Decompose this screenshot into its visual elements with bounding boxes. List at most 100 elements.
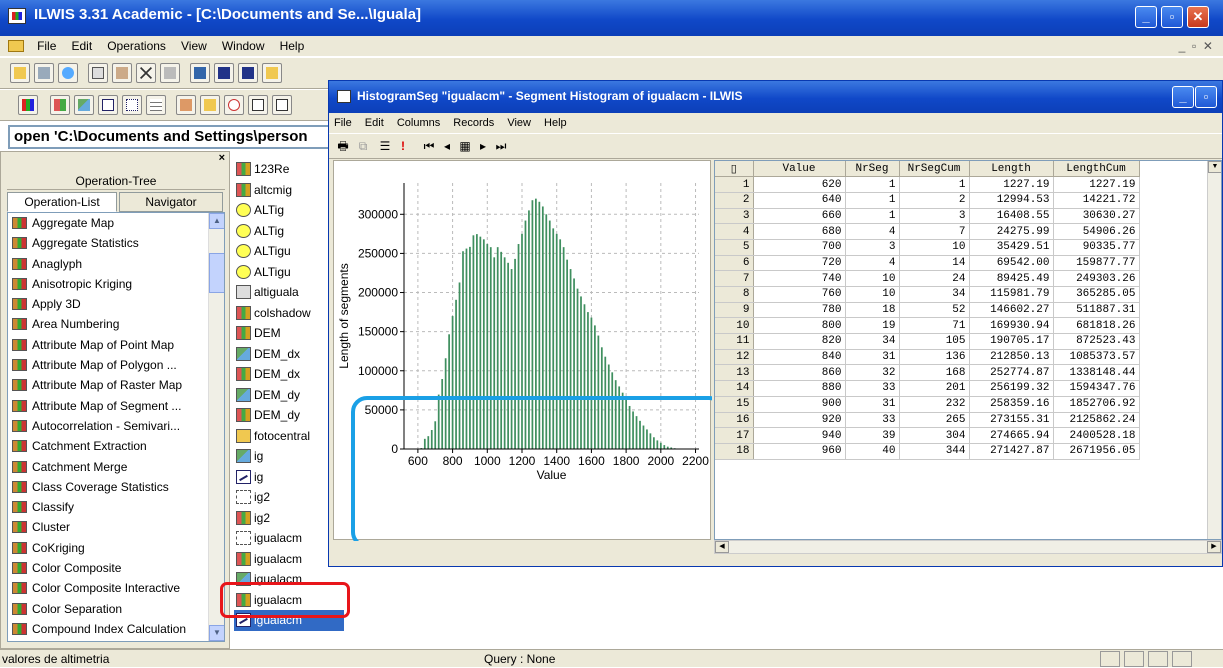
row-number[interactable]: 3 bbox=[715, 208, 753, 224]
operation-item[interactable]: Color Composite Interactive bbox=[8, 578, 224, 598]
table-row[interactable]: 1794039304274665.942400528.18 bbox=[715, 428, 1139, 444]
operation-item[interactable]: Cluster bbox=[8, 517, 224, 537]
operation-item[interactable]: Aggregate Statistics bbox=[8, 233, 224, 253]
operation-item[interactable]: Catchment Extraction bbox=[8, 436, 224, 456]
row-number[interactable]: 9 bbox=[715, 302, 753, 318]
operation-item[interactable]: Color Separation bbox=[8, 599, 224, 619]
polygon-maps-filter-icon[interactable] bbox=[74, 95, 94, 115]
operation-item[interactable]: Classify bbox=[8, 497, 224, 517]
open-icon[interactable] bbox=[10, 63, 30, 83]
ilwis-logo-icon[interactable] bbox=[18, 95, 38, 115]
raster-maps-filter-icon[interactable] bbox=[50, 95, 70, 115]
hmenu-records[interactable]: Records bbox=[448, 113, 499, 133]
table-corner-icon[interactable]: ▯ bbox=[715, 161, 753, 177]
menu-operations[interactable]: Operations bbox=[101, 36, 172, 56]
operation-list-scrollbar[interactable]: ▲ ▼ bbox=[208, 213, 224, 641]
row-number[interactable]: 2 bbox=[715, 192, 753, 208]
details-view-icon[interactable] bbox=[238, 63, 258, 83]
table-row[interactable]: 1692033265273155.312125862.24 bbox=[715, 412, 1139, 428]
column-header[interactable]: LengthCum bbox=[1053, 161, 1139, 177]
table-row[interactable]: 36601316408.5530630.27 bbox=[715, 208, 1139, 224]
table-row[interactable]: 1182034105190705.17872523.43 bbox=[715, 334, 1139, 350]
column-header[interactable]: Value bbox=[753, 161, 845, 177]
table-row[interactable]: 46804724275.9954906.26 bbox=[715, 224, 1139, 240]
row-number[interactable]: 7 bbox=[715, 271, 753, 287]
operation-item[interactable]: Aggregate Map bbox=[8, 213, 224, 233]
row-number[interactable]: 14 bbox=[715, 381, 753, 397]
maximize-button[interactable]: ▫ bbox=[1161, 6, 1183, 28]
table-row[interactable]: 570031035429.5190335.77 bbox=[715, 239, 1139, 255]
column-header[interactable]: NrSeg bbox=[845, 161, 899, 177]
hmenu-file[interactable]: File bbox=[329, 113, 357, 133]
object-properties-icon[interactable] bbox=[160, 63, 180, 83]
georef-filter-icon[interactable] bbox=[224, 95, 244, 115]
operation-item[interactable]: Color Composite bbox=[8, 558, 224, 578]
column-header[interactable]: Length bbox=[969, 161, 1053, 177]
operation-item[interactable]: Attribute Map of Raster Map bbox=[8, 375, 224, 395]
properties-icon[interactable] bbox=[34, 63, 54, 83]
map-lists-filter-icon[interactable] bbox=[200, 95, 220, 115]
paste-icon[interactable] bbox=[112, 63, 132, 83]
row-number[interactable]: 6 bbox=[715, 255, 753, 271]
hmenu-view[interactable]: View bbox=[502, 113, 536, 133]
operation-item[interactable]: Anisotropic Kriging bbox=[8, 274, 224, 294]
scroll-down-arrow[interactable]: ▼ bbox=[209, 625, 225, 641]
point-maps-filter-icon[interactable] bbox=[122, 95, 142, 115]
row-number[interactable]: 1 bbox=[715, 177, 753, 193]
print-icon[interactable]: 🖶 bbox=[335, 138, 351, 154]
table-row[interactable]: 87601034115981.79365285.05 bbox=[715, 287, 1139, 303]
hmenu-columns[interactable]: Columns bbox=[392, 113, 445, 133]
operation-item[interactable]: CoKriging bbox=[8, 538, 224, 558]
hmenu-help[interactable]: Help bbox=[539, 113, 572, 133]
table-row[interactable]: 26401212994.5314221.72 bbox=[715, 192, 1139, 208]
table-row[interactable]: 1284031136212850.131085373.57 bbox=[715, 349, 1139, 365]
copy-icon[interactable]: ⧉ bbox=[355, 138, 371, 154]
row-number[interactable]: 16 bbox=[715, 412, 753, 428]
menu-help[interactable]: Help bbox=[274, 36, 311, 56]
operation-item[interactable]: Area Numbering bbox=[8, 314, 224, 334]
operation-item[interactable]: Anaglyph bbox=[8, 254, 224, 274]
last-record-icon[interactable]: ⏭ bbox=[493, 138, 509, 154]
tab-navigator[interactable]: Navigator bbox=[119, 192, 223, 212]
operation-item[interactable]: Attribute Map of Polygon ... bbox=[8, 355, 224, 375]
table-scroll-down-arrow[interactable]: ▼ bbox=[1208, 161, 1222, 173]
table-row[interactable]: 672041469542.00159877.77 bbox=[715, 255, 1139, 271]
hmenu-edit[interactable]: Edit bbox=[360, 113, 389, 133]
table-horizontal-scrollbar[interactable]: ◀ ▶ bbox=[714, 540, 1222, 554]
table-row[interactable]: 1896040344271427.872671956.05 bbox=[715, 443, 1139, 459]
minimize-button[interactable]: _ bbox=[1135, 6, 1157, 28]
table-row[interactable]: 108001971169930.94681818.26 bbox=[715, 318, 1139, 334]
scroll-thumb[interactable] bbox=[209, 253, 225, 293]
row-number[interactable]: 11 bbox=[715, 334, 753, 350]
mdi-window-controls[interactable]: _ ▫ ✕ bbox=[1179, 36, 1213, 56]
table-row[interactable]: 1620111227.191227.19 bbox=[715, 177, 1139, 193]
column-header[interactable]: NrSegCum bbox=[899, 161, 969, 177]
list-view-icon[interactable] bbox=[214, 63, 234, 83]
histogram-maximize-button[interactable]: ▫ bbox=[1195, 86, 1217, 108]
goto-record-icon[interactable]: ▦ bbox=[457, 138, 473, 154]
error-icon[interactable]: ! bbox=[395, 138, 411, 154]
row-number[interactable]: 12 bbox=[715, 349, 753, 365]
menu-file[interactable]: File bbox=[31, 36, 62, 56]
map-views-filter-icon[interactable] bbox=[176, 95, 196, 115]
tables-filter-icon[interactable] bbox=[146, 95, 166, 115]
table-row[interactable]: 97801852146602.27511887.31 bbox=[715, 302, 1139, 318]
table-scroll-right-arrow[interactable]: ▶ bbox=[1207, 541, 1221, 553]
operation-item[interactable]: Attribute Map of Segment ... bbox=[8, 396, 224, 416]
segment-maps-filter-icon[interactable] bbox=[98, 95, 118, 115]
info-icon[interactable] bbox=[58, 63, 78, 83]
tab-operation-tree[interactable]: Operation-Tree bbox=[7, 174, 225, 190]
scroll-up-arrow[interactable]: ▲ bbox=[209, 213, 225, 229]
previous-record-icon[interactable]: ◂ bbox=[439, 138, 455, 154]
row-number[interactable]: 8 bbox=[715, 287, 753, 303]
next-record-icon[interactable]: ▸ bbox=[475, 138, 491, 154]
row-number[interactable]: 15 bbox=[715, 396, 753, 412]
histogram-minimize-button[interactable]: _ bbox=[1172, 86, 1194, 108]
operation-item[interactable]: Class Coverage Statistics bbox=[8, 477, 224, 497]
command-line-input[interactable]: open 'C:\Documents and Settings\person bbox=[8, 125, 336, 149]
table-row[interactable]: 1386032168252774.871338148.44 bbox=[715, 365, 1139, 381]
table-vertical-scrollbar[interactable]: ▲ ▼ bbox=[1207, 161, 1221, 540]
delete-icon[interactable] bbox=[136, 63, 156, 83]
up-folder-icon[interactable] bbox=[262, 63, 282, 83]
tab-operation-list[interactable]: Operation-List bbox=[7, 192, 117, 212]
